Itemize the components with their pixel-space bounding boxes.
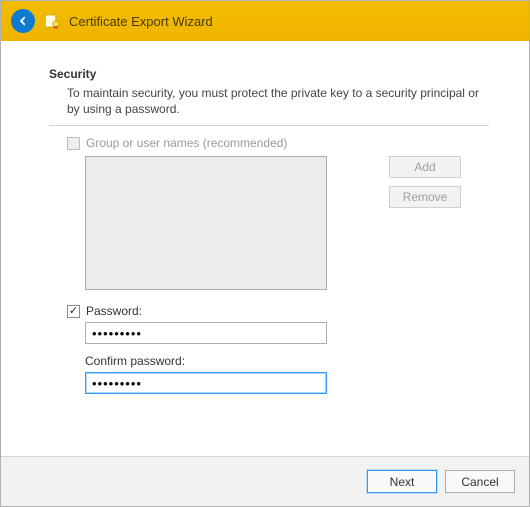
divider [49, 125, 489, 126]
wizard-window: Certificate Export Wizard Security To ma… [0, 0, 530, 507]
wizard-body: Security To maintain security, you must … [1, 41, 529, 456]
password-section: Password: Confirm password: [67, 304, 489, 394]
next-button[interactable]: Next [367, 470, 437, 493]
confirm-password-input[interactable] [85, 372, 327, 394]
section-heading: Security [49, 67, 489, 81]
password-label: Password: [86, 304, 142, 318]
certificate-icon [43, 12, 61, 30]
section-description: To maintain security, you must protect t… [67, 85, 487, 117]
window-title: Certificate Export Wizard [69, 14, 213, 29]
password-input[interactable] [85, 322, 327, 344]
group-option-row: Group or user names (recommended) [67, 136, 489, 150]
group-checkbox [67, 137, 80, 150]
titlebar: Certificate Export Wizard [1, 1, 529, 41]
principals-listbox [85, 156, 327, 290]
password-checkbox[interactable] [67, 305, 80, 318]
footer: Next Cancel [1, 456, 529, 506]
principals-area: Add Remove [49, 156, 489, 290]
confirm-password-label: Confirm password: [85, 354, 489, 368]
password-option-row[interactable]: Password: [67, 304, 489, 318]
cancel-button[interactable]: Cancel [445, 470, 515, 493]
remove-button: Remove [389, 186, 461, 208]
back-button[interactable] [11, 9, 35, 33]
add-button: Add [389, 156, 461, 178]
group-label: Group or user names (recommended) [86, 136, 287, 150]
back-arrow-icon [16, 14, 30, 28]
